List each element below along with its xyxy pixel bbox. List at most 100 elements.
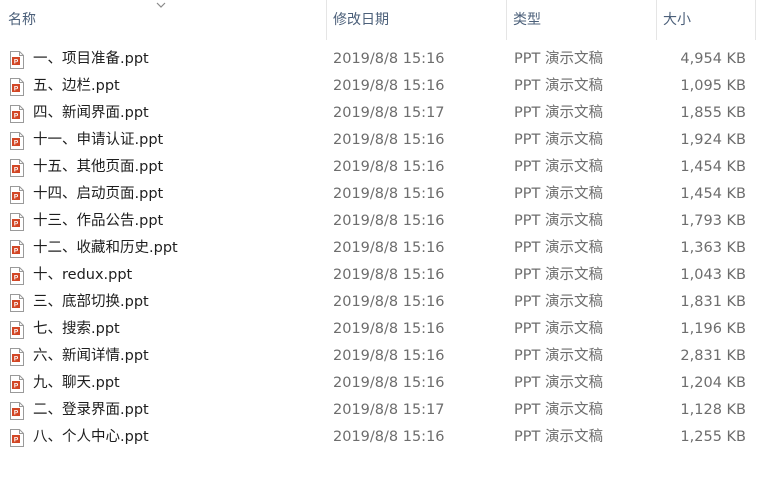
file-size: 1,793 KB <box>680 213 746 229</box>
file-row[interactable]: P 十五、其他页面.ppt 2019/8/8 15:16 PPT 演示文稿 1,… <box>0 154 778 181</box>
file-name: 十四、启动页面.ppt <box>33 186 164 202</box>
column-header: 名称 修改日期 类型 大小 <box>0 0 778 40</box>
file-modified-date: 2019/8/8 15:16 <box>333 429 445 445</box>
file-name: 十三、作品公告.ppt <box>33 213 164 229</box>
file-modified-date: 2019/8/8 15:16 <box>333 213 445 229</box>
file-row[interactable]: P 一、项目准备.ppt 2019/8/8 15:16 PPT 演示文稿 4,9… <box>0 46 778 73</box>
ppt-file-icon: P <box>10 402 24 420</box>
file-size: 4,954 KB <box>680 51 746 67</box>
file-type: PPT 演示文稿 <box>514 213 603 229</box>
file-type: PPT 演示文稿 <box>514 294 603 310</box>
ppt-file-icon: P <box>10 159 24 177</box>
file-size: 1,196 KB <box>680 321 746 337</box>
file-row[interactable]: P 八、个人中心.ppt 2019/8/8 15:16 PPT 演示文稿 1,2… <box>0 424 778 451</box>
ppt-file-icon: P <box>10 321 24 339</box>
file-row[interactable]: P 三、底部切换.ppt 2019/8/8 15:16 PPT 演示文稿 1,8… <box>0 289 778 316</box>
file-row[interactable]: P 四、新闻界面.ppt 2019/8/8 15:17 PPT 演示文稿 1,8… <box>0 100 778 127</box>
svg-text:P: P <box>14 275 19 282</box>
ppt-file-icon: P <box>10 294 24 312</box>
file-name: 一、项目准备.ppt <box>33 51 149 67</box>
file-modified-date: 2019/8/8 15:16 <box>333 51 445 67</box>
svg-text:P: P <box>14 437 19 444</box>
ppt-file-icon: P <box>10 429 24 447</box>
file-type: PPT 演示文稿 <box>514 186 603 202</box>
column-divider[interactable] <box>755 0 756 40</box>
ppt-file-icon: P <box>10 348 24 366</box>
svg-text:P: P <box>14 329 19 336</box>
file-modified-date: 2019/8/8 15:16 <box>333 132 445 148</box>
file-type: PPT 演示文稿 <box>514 240 603 256</box>
file-size: 1,454 KB <box>680 159 746 175</box>
file-size: 1,454 KB <box>680 186 746 202</box>
file-size: 1,204 KB <box>680 375 746 391</box>
file-type: PPT 演示文稿 <box>514 429 603 445</box>
ppt-file-icon: P <box>10 267 24 285</box>
svg-text:P: P <box>14 410 19 417</box>
file-type: PPT 演示文稿 <box>514 402 603 418</box>
file-size: 2,831 KB <box>680 348 746 364</box>
file-modified-date: 2019/8/8 15:16 <box>333 321 445 337</box>
ppt-file-icon: P <box>10 132 24 150</box>
file-modified-date: 2019/8/8 15:16 <box>333 78 445 94</box>
file-size: 1,043 KB <box>680 267 746 283</box>
ppt-file-icon: P <box>10 186 24 204</box>
file-size: 1,831 KB <box>680 294 746 310</box>
file-name: 十五、其他页面.ppt <box>33 159 164 175</box>
file-type: PPT 演示文稿 <box>514 375 603 391</box>
file-size: 1,128 KB <box>680 402 746 418</box>
ppt-file-icon: P <box>10 51 24 69</box>
column-header-type[interactable]: 类型 <box>513 0 653 40</box>
file-modified-date: 2019/8/8 15:17 <box>333 402 445 418</box>
file-size: 1,855 KB <box>680 105 746 121</box>
ppt-file-icon: P <box>10 78 24 96</box>
file-name: 十二、收藏和历史.ppt <box>33 240 178 256</box>
file-name: 七、搜索.ppt <box>33 321 120 337</box>
file-row[interactable]: P 五、边栏.ppt 2019/8/8 15:16 PPT 演示文稿 1,095… <box>0 73 778 100</box>
ppt-file-icon: P <box>10 240 24 258</box>
file-row[interactable]: P 七、搜索.ppt 2019/8/8 15:16 PPT 演示文稿 1,196… <box>0 316 778 343</box>
svg-text:P: P <box>14 221 19 228</box>
column-header-name[interactable]: 名称 <box>8 0 324 40</box>
column-divider[interactable] <box>326 0 327 40</box>
file-row[interactable]: P 二、登录界面.ppt 2019/8/8 15:17 PPT 演示文稿 1,1… <box>0 397 778 424</box>
file-row[interactable]: P 十一、申请认证.ppt 2019/8/8 15:16 PPT 演示文稿 1,… <box>0 127 778 154</box>
ppt-file-icon: P <box>10 213 24 231</box>
file-name: 十一、申请认证.ppt <box>33 132 164 148</box>
file-name: 十、redux.ppt <box>33 267 133 283</box>
file-modified-date: 2019/8/8 15:16 <box>333 375 445 391</box>
file-type: PPT 演示文稿 <box>514 159 603 175</box>
file-type: PPT 演示文稿 <box>514 78 603 94</box>
file-name: 六、新闻详情.ppt <box>33 348 149 364</box>
file-size: 1,924 KB <box>680 132 746 148</box>
file-size: 1,095 KB <box>680 78 746 94</box>
file-row[interactable]: P 十四、启动页面.ppt 2019/8/8 15:16 PPT 演示文稿 1,… <box>0 181 778 208</box>
file-modified-date: 2019/8/8 15:16 <box>333 267 445 283</box>
file-name: 四、新闻界面.ppt <box>33 105 149 121</box>
column-header-modified[interactable]: 修改日期 <box>333 0 503 40</box>
file-modified-date: 2019/8/8 15:17 <box>333 105 445 121</box>
svg-text:P: P <box>14 140 19 147</box>
svg-text:P: P <box>14 194 19 201</box>
column-header-size[interactable]: 大小 <box>663 0 753 40</box>
svg-text:P: P <box>14 356 19 363</box>
file-row[interactable]: P 十二、收藏和历史.ppt 2019/8/8 15:16 PPT 演示文稿 1… <box>0 235 778 262</box>
svg-text:P: P <box>14 86 19 93</box>
file-type: PPT 演示文稿 <box>514 267 603 283</box>
svg-text:P: P <box>14 167 19 174</box>
svg-text:P: P <box>14 59 19 66</box>
file-row[interactable]: P 十三、作品公告.ppt 2019/8/8 15:16 PPT 演示文稿 1,… <box>0 208 778 235</box>
file-name: 八、个人中心.ppt <box>33 429 149 445</box>
file-row[interactable]: P 九、聊天.ppt 2019/8/8 15:16 PPT 演示文稿 1,204… <box>0 370 778 397</box>
svg-text:P: P <box>14 248 19 255</box>
column-divider[interactable] <box>506 0 507 40</box>
file-row[interactable]: P 六、新闻详情.ppt 2019/8/8 15:16 PPT 演示文稿 2,8… <box>0 343 778 370</box>
column-divider[interactable] <box>656 0 657 40</box>
ppt-file-icon: P <box>10 105 24 123</box>
file-name: 二、登录界面.ppt <box>33 402 149 418</box>
file-type: PPT 演示文稿 <box>514 105 603 121</box>
file-name: 五、边栏.ppt <box>33 78 120 94</box>
file-modified-date: 2019/8/8 15:16 <box>333 186 445 202</box>
file-type: PPT 演示文稿 <box>514 321 603 337</box>
file-row[interactable]: P 十、redux.ppt 2019/8/8 15:16 PPT 演示文稿 1,… <box>0 262 778 289</box>
ppt-file-icon: P <box>10 375 24 393</box>
